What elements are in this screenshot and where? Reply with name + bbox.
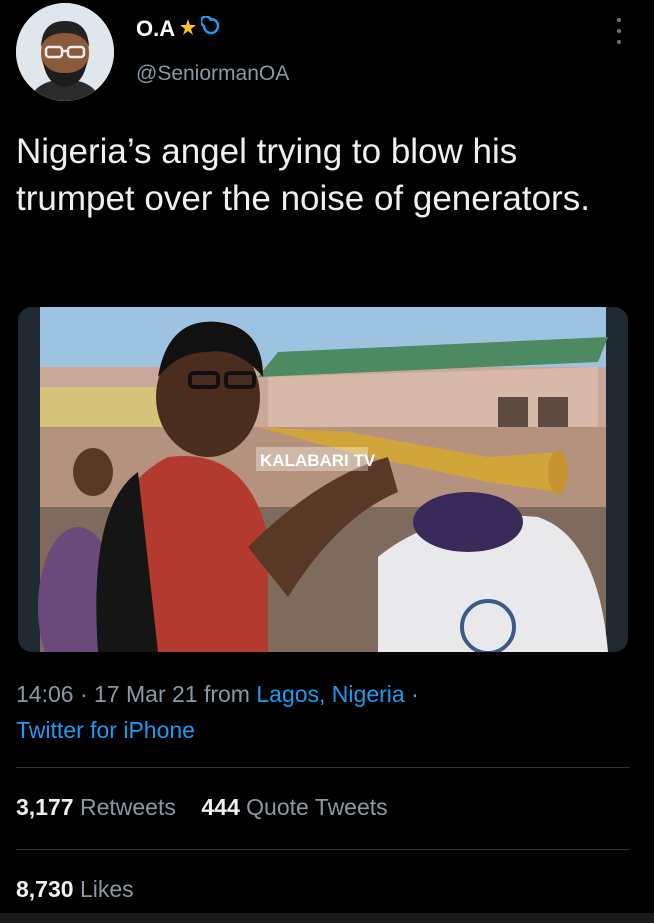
author-name-row[interactable]: O.A (136, 15, 221, 42)
photo-trumpet-player: KALABARI TV (18, 307, 628, 652)
tweet-time[interactable]: 14:06 (16, 681, 74, 707)
separator-dot: · (411, 681, 419, 707)
likes-label: Likes (79, 876, 134, 902)
likes-count: 8,730 (16, 876, 74, 902)
retweets-link[interactable]: 3,177 Retweets (16, 794, 176, 820)
tweet-photo[interactable]: KALABARI TV (18, 307, 628, 652)
avatar[interactable] (16, 3, 114, 101)
divider (16, 849, 630, 850)
retweets-label: Retweets (79, 794, 176, 820)
avatar-illustration (16, 3, 114, 101)
tweet-text: Nigeria’s angel trying to blow his trump… (16, 132, 590, 218)
retweets-count: 3,177 (16, 794, 74, 820)
likes-link[interactable]: 8,730 Likes (16, 876, 134, 903)
author-name[interactable]: O.A (136, 16, 175, 42)
tweet-date[interactable]: 17 Mar 21 (94, 681, 198, 707)
quotes-count: 444 (201, 794, 240, 820)
quotes-label: Quote Tweets (246, 794, 388, 820)
location-link[interactable]: Lagos, Nigeria (256, 681, 404, 707)
client-link[interactable]: Twitter for iPhone (16, 717, 195, 743)
author-handle[interactable]: @SeniormanOA (136, 62, 289, 86)
separator-dot: · (79, 681, 88, 707)
more-options-icon[interactable] (616, 18, 622, 44)
bottom-bar (0, 913, 654, 923)
tweet-metadata: 14:06 · 17 Mar 21 from Lagos, Nigeria · … (16, 676, 636, 748)
from-word: from (203, 681, 250, 707)
quote-tweets-link[interactable]: 444 Quote Tweets (201, 794, 387, 820)
media-watermark: KALABARI TV (260, 451, 376, 470)
retweet-stats: 3,177 Retweets 444 Quote Tweets (16, 794, 388, 821)
cyclone-icon (199, 15, 221, 42)
divider (16, 767, 630, 768)
star-struck-icon (179, 16, 197, 42)
